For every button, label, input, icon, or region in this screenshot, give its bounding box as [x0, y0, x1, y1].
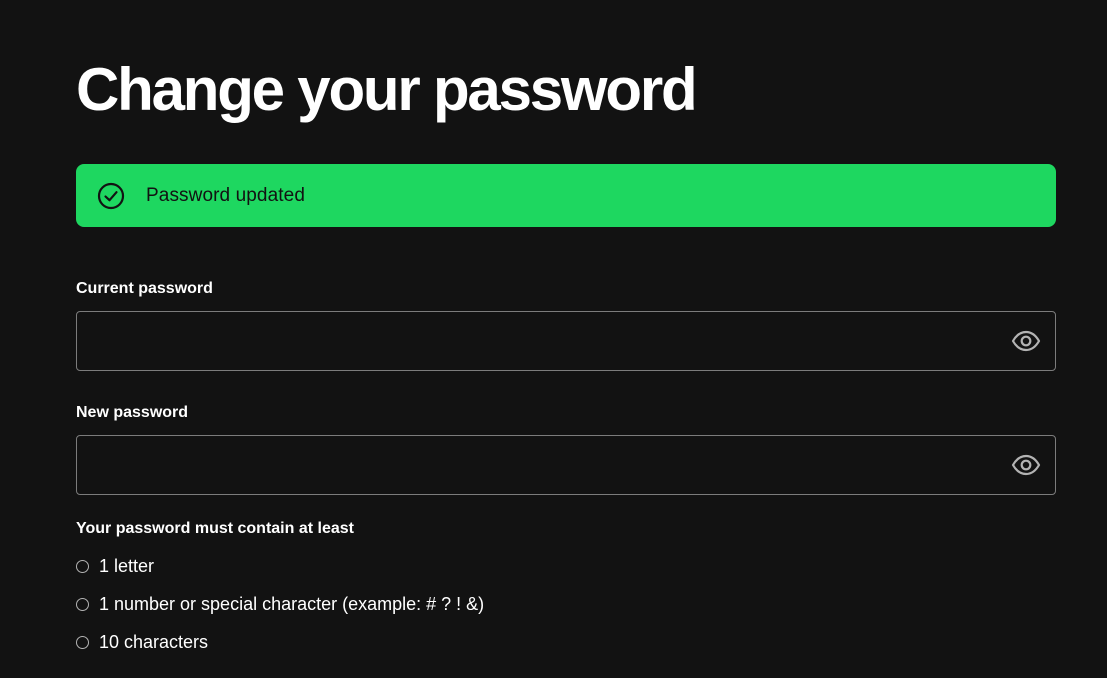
- current-password-label: Current password: [76, 280, 213, 297]
- show-new-password-button[interactable]: [1009, 449, 1043, 481]
- current-password-input[interactable]: [77, 312, 997, 370]
- success-banner: Password updated: [76, 164, 1056, 227]
- new-password-label: New password: [76, 404, 189, 421]
- banner-message: Password updated: [146, 184, 305, 206]
- requirements-title: Your password must contain at least: [76, 520, 354, 537]
- requirement-item: 1 number or special character (example: …: [76, 594, 484, 615]
- requirement-label: 1 number or special character (example: …: [99, 594, 485, 614]
- requirement-label: 10 characters: [99, 632, 209, 652]
- requirement-item: 1 letter: [76, 556, 154, 577]
- new-password-input[interactable]: [77, 436, 997, 494]
- eye-icon: [1011, 330, 1041, 352]
- page-title: Change your password: [76, 56, 698, 123]
- check-circle-icon: [96, 181, 126, 211]
- requirement-label: 1 letter: [99, 556, 155, 576]
- requirement-status-circle-icon: [76, 560, 89, 573]
- new-password-field: [76, 435, 1056, 495]
- current-password-field: [76, 311, 1056, 371]
- requirement-item: 10 characters: [76, 632, 208, 653]
- show-current-password-button[interactable]: [1009, 325, 1043, 357]
- requirement-status-circle-icon: [76, 598, 89, 611]
- requirement-status-circle-icon: [76, 636, 89, 649]
- eye-icon: [1011, 454, 1041, 476]
